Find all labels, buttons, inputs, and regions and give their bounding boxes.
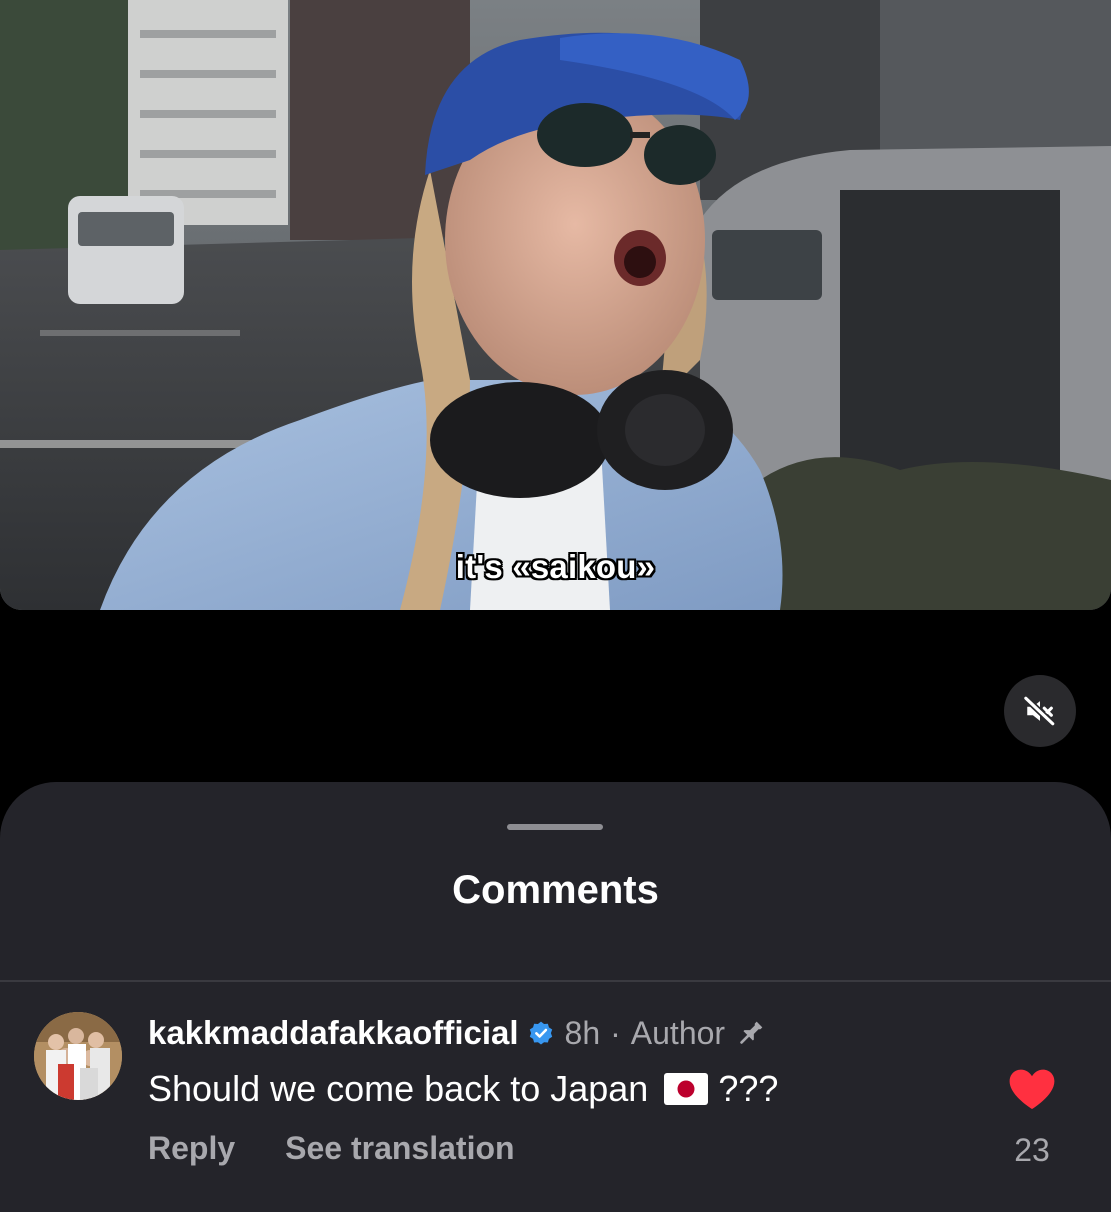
japan-flag-icon	[664, 1073, 709, 1105]
video-player[interactable]: it's «saikou»	[0, 0, 1111, 610]
author-label: Author	[630, 1014, 726, 1051]
see-translation-button[interactable]: See translation	[285, 1130, 514, 1167]
comment-username[interactable]: kakkmaddafakkaofficial	[148, 1014, 519, 1052]
like-count: 23	[1014, 1132, 1050, 1168]
mute-toggle-button[interactable]	[1004, 675, 1076, 747]
comment-text: Should we come back to Japan ???	[148, 1068, 778, 1110]
video-caption: it's «saikou»	[455, 548, 656, 585]
pin-icon	[735, 1017, 767, 1049]
speaker-muted-icon	[1023, 694, 1057, 728]
comment-body-suffix: ???	[718, 1068, 779, 1109]
meta-separator: ·	[610, 1014, 621, 1051]
verified-badge-icon	[527, 1019, 555, 1047]
video-frame	[0, 0, 1111, 610]
comments-title: Comments	[452, 868, 659, 912]
comment-actions: Reply See translation	[148, 1130, 515, 1167]
comment-item: kakkmaddafakkaofficial 8h · Author Shoul…	[0, 982, 1111, 1212]
reply-button[interactable]: Reply	[148, 1130, 235, 1167]
avatar[interactable]	[34, 1012, 122, 1100]
comments-sheet: Comments kakkmaddafakkaofficial 8h · Aut…	[0, 782, 1111, 1212]
sheet-grabber-handle[interactable]	[507, 824, 603, 830]
comment-header: kakkmaddafakkaofficial 8h · Author	[148, 1014, 767, 1052]
comment-time: 8h	[564, 1014, 601, 1051]
like-button[interactable]	[1008, 1068, 1056, 1110]
heart-icon	[1009, 1069, 1055, 1109]
comment-body: Should we come back to Japan	[148, 1068, 649, 1109]
